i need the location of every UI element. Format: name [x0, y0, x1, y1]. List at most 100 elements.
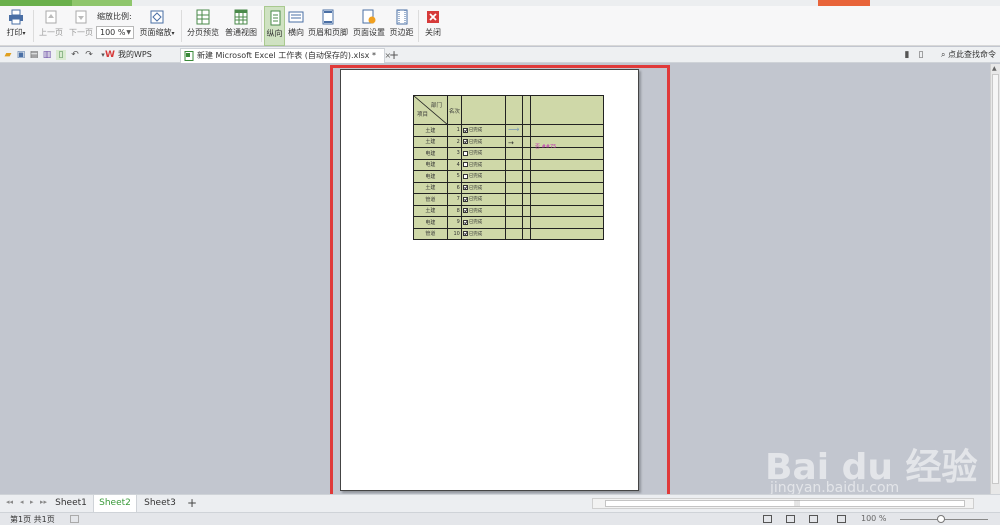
- checkbox[interactable]: [462, 162, 468, 167]
- portrait-button[interactable]: 纵向: [264, 6, 285, 46]
- vertical-scrollbar[interactable]: ▲: [990, 64, 1000, 494]
- redo-icon[interactable]: ↷: [84, 50, 94, 60]
- tab-workbook[interactable]: 新建 Microsoft Excel 工作表 (自动保存的).xlsx * ×: [180, 48, 391, 63]
- open-folder-icon[interactable]: ▰: [3, 50, 13, 60]
- header-cell: [521, 95, 532, 125]
- header-dept: 部门: [430, 103, 442, 109]
- print-preview-icon[interactable]: ▯: [56, 50, 66, 60]
- header-cell: [504, 95, 523, 125]
- zoom-select[interactable]: 100 % ▼: [96, 26, 134, 39]
- search-command[interactable]: ⌕ 点此查找命令: [941, 48, 996, 62]
- dept-cell: 管道: [413, 227, 448, 240]
- tab-label: 我的WPS: [118, 50, 152, 59]
- macro-icon[interactable]: [70, 515, 79, 523]
- checkbox[interactable]: [462, 196, 468, 202]
- page-break-preview-button[interactable]: 分页预览: [184, 6, 222, 46]
- zoom-fit-icon: [150, 10, 164, 24]
- margins-button[interactable]: 页边距: [388, 6, 415, 46]
- dept-cell: 土建: [413, 181, 448, 194]
- dept-cell: 电建: [413, 158, 448, 171]
- tab-sheet1[interactable]: Sheet1: [50, 495, 92, 512]
- header-footer-icon: [322, 9, 334, 25]
- page-break-preview-label: 分页预览: [187, 28, 219, 37]
- scroll-thumb[interactable]: [992, 74, 999, 484]
- print-button[interactable]: 打印▾: [3, 6, 29, 46]
- next-page-label: 下一页: [69, 28, 93, 37]
- doc-icon[interactable]: ▮: [902, 50, 912, 60]
- dept-cell: 土建: [413, 135, 448, 148]
- close-label: 关闭: [425, 28, 441, 37]
- page-zoom-label: 页面缩放: [139, 28, 172, 37]
- divider: [33, 10, 34, 42]
- page-setup-label: 页面设置: [353, 28, 385, 37]
- grid-view-icon: [234, 9, 248, 25]
- first-sheet-icon[interactable]: ◂◂: [6, 498, 13, 506]
- close-preview-button[interactable]: 关闭: [421, 6, 445, 46]
- tab-my-wps[interactable]: W 我的WPS: [102, 48, 178, 63]
- dept-cell: 管道: [413, 193, 448, 206]
- print-icon[interactable]: ▥: [42, 50, 52, 60]
- table-row: 土建 6 已完成: [413, 181, 604, 194]
- scroll-up-icon[interactable]: ▲: [992, 65, 997, 72]
- share-icon[interactable]: ▯: [916, 50, 926, 60]
- chevron-down-icon: ▼: [126, 29, 131, 36]
- zoom-value: 100 %: [100, 28, 126, 37]
- prev-sheet-icon[interactable]: ◂: [20, 498, 24, 506]
- scroll-thumb[interactable]: |||: [605, 500, 965, 507]
- page-break-icon: [196, 9, 210, 25]
- page-layout-icon[interactable]: [786, 515, 795, 523]
- landscape-button[interactable]: 横向: [286, 6, 306, 46]
- table-row: 土建 8 已完成: [413, 204, 604, 217]
- page-setup-button[interactable]: 页面设置: [351, 6, 387, 46]
- data-table: 部门 项目 名次 土建 1 已完成 土建 2 已完成 电建 3 已完成 电建 4…: [413, 95, 604, 240]
- page-zoom-button[interactable]: 页面缩放▾: [138, 6, 176, 46]
- checkbox[interactable]: [462, 219, 468, 225]
- header-cell: [530, 95, 604, 125]
- normal-view-label: 普通视图: [225, 28, 257, 37]
- checkbox[interactable]: [462, 173, 468, 179]
- checkbox-label: 已完成: [468, 185, 483, 191]
- undo-icon[interactable]: ↶: [70, 50, 80, 60]
- checkbox-label: 已完成: [468, 231, 483, 237]
- tab-sheet3[interactable]: Sheet3: [138, 495, 182, 512]
- header-name: 名次: [446, 95, 462, 125]
- checkbox[interactable]: [462, 231, 468, 236]
- normal-view-button[interactable]: 普通视图: [223, 6, 259, 46]
- save-icon[interactable]: ▣: [16, 50, 26, 60]
- status-bar: 第1页 共1页 100 %: [0, 512, 1000, 525]
- page-down-icon: [75, 10, 87, 24]
- prev-page-button[interactable]: 上一页: [37, 6, 65, 46]
- search-command-label: 点此查找命令: [948, 50, 996, 59]
- last-sheet-icon[interactable]: ▸▸: [40, 498, 47, 506]
- reading-mode-icon[interactable]: [837, 515, 846, 523]
- save-as-icon[interactable]: ▤: [29, 50, 39, 60]
- divider: [418, 10, 419, 42]
- dept-cell: 土建: [413, 204, 448, 217]
- normal-view-icon[interactable]: [763, 515, 772, 523]
- table-row: 电建 4 已完成: [413, 158, 604, 171]
- checkbox[interactable]: [462, 150, 468, 156]
- next-page-button[interactable]: 下一页: [67, 6, 95, 46]
- margins-label: 页边距: [389, 28, 414, 37]
- arrow-shape: →: [508, 139, 514, 147]
- cell-note: 否 ##75: [535, 144, 557, 150]
- checkbox-label: 已完成: [468, 151, 483, 156]
- checkbox[interactable]: [462, 185, 468, 190]
- num-cell: 10: [446, 227, 462, 240]
- diagonal-header-cell: 部门 项目: [413, 95, 448, 125]
- next-sheet-icon[interactable]: ▸: [30, 498, 34, 506]
- checkbox[interactable]: [462, 139, 468, 144]
- checkbox[interactable]: [462, 127, 468, 133]
- checkbox[interactable]: [462, 208, 468, 213]
- landscape-label: 横向: [288, 28, 304, 37]
- zoom-slider-knob[interactable]: [937, 515, 945, 523]
- tab-sheet2[interactable]: Sheet2: [93, 495, 137, 512]
- add-sheet-button[interactable]: +: [187, 496, 197, 510]
- baidu-watermark: Bai du 经验 jingyan.baidu.com: [765, 418, 990, 498]
- new-tab-icon[interactable]: +: [389, 49, 399, 61]
- header-footer-button[interactable]: 页眉和页脚: [307, 6, 349, 46]
- page-break-view-icon[interactable]: [809, 515, 818, 523]
- num-cell: 6: [446, 181, 462, 194]
- divider: [261, 10, 262, 42]
- horizontal-scrollbar[interactable]: |||: [592, 498, 974, 509]
